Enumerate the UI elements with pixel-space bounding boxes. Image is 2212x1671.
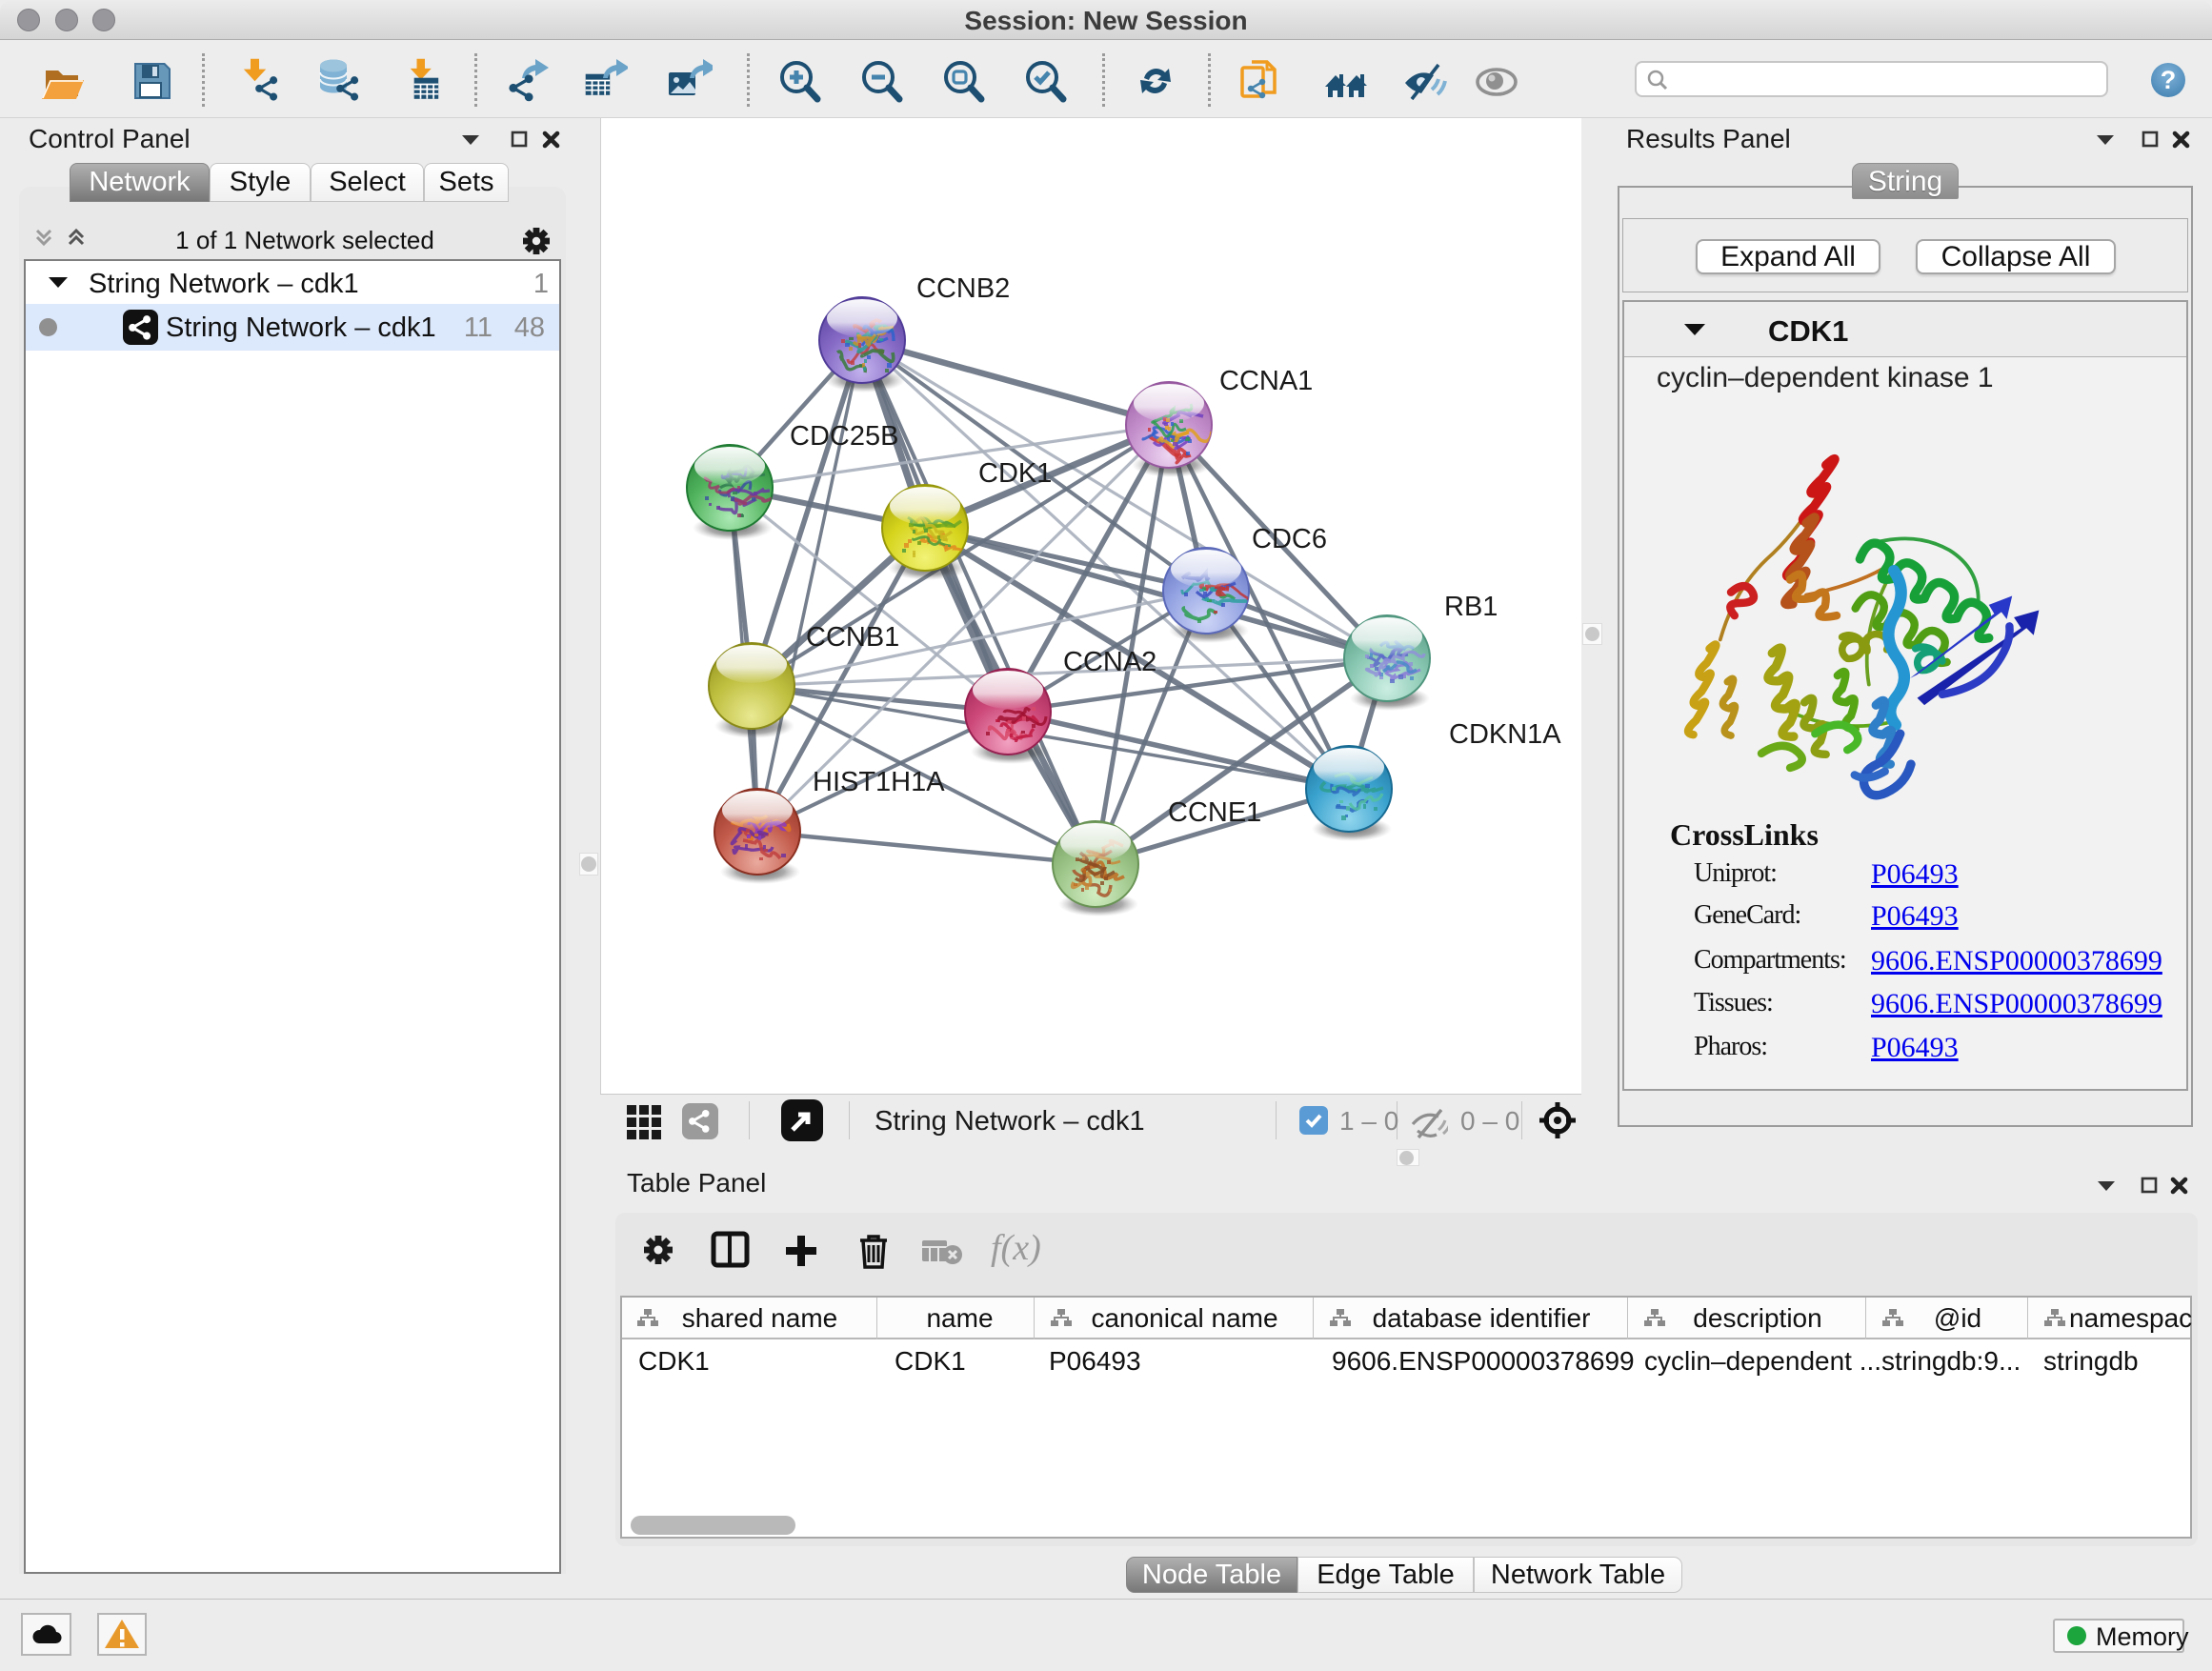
svg-text:CDK1: CDK1 — [978, 458, 1052, 489]
svg-text:CCNA1: CCNA1 — [1219, 366, 1313, 396]
svg-text:CCNB2: CCNB2 — [916, 273, 1010, 304]
svg-text:HIST1H1A: HIST1H1A — [813, 767, 945, 797]
svg-text:CCNA2: CCNA2 — [1063, 647, 1156, 677]
svg-text:RB1: RB1 — [1444, 592, 1498, 622]
svg-text:CDC6: CDC6 — [1252, 524, 1327, 554]
svg-text:CCNE1: CCNE1 — [1168, 797, 1261, 828]
svg-text:CDC25B: CDC25B — [790, 421, 898, 452]
svg-text:CDKN1A: CDKN1A — [1449, 719, 1561, 750]
svg-text:CCNB1: CCNB1 — [806, 622, 899, 653]
